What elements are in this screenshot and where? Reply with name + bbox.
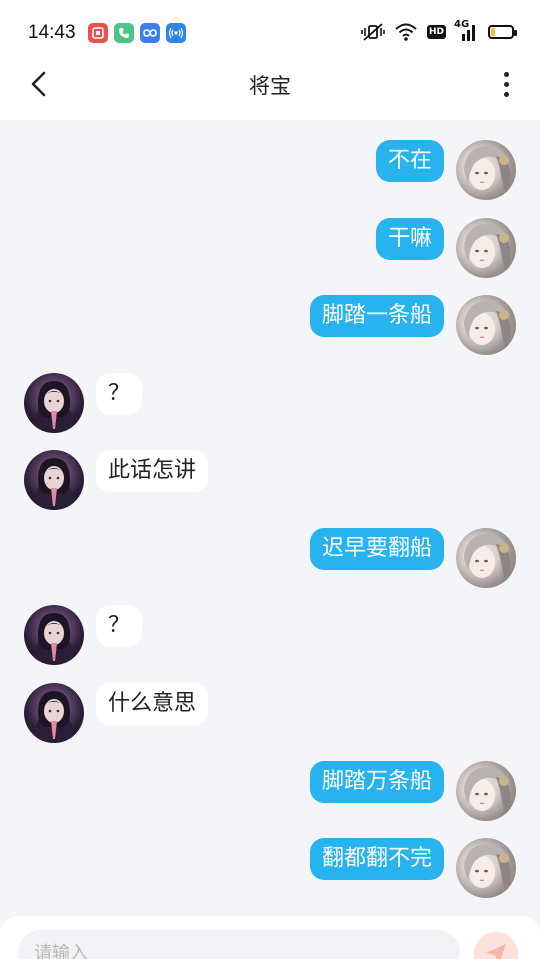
received-message-bubble[interactable]: ？ (96, 605, 143, 647)
message-row: ？ (0, 605, 540, 667)
sent-message-bubble[interactable]: 不在 (375, 140, 444, 182)
message-row: 脚踏一条船 (0, 295, 540, 357)
message-input[interactable] (18, 930, 460, 959)
message-row: ？ (0, 373, 540, 435)
more-vertical-icon (503, 71, 509, 77)
message-row: 不在 (0, 140, 540, 202)
mute-vibrate-icon (361, 22, 385, 42)
chat-title: 将宝 (249, 74, 291, 98)
received-message-bubble[interactable]: 什么意思 (96, 683, 209, 725)
send-button[interactable] (474, 932, 518, 959)
my-avatar[interactable] (456, 140, 516, 200)
contact-avatar[interactable] (24, 683, 84, 743)
sent-message-bubble[interactable]: 干嘛 (375, 218, 444, 260)
received-message-bubble[interactable]: 此话怎讲 (96, 450, 209, 492)
received-message-bubble[interactable]: ？ (96, 373, 143, 415)
cellular-signal-icon: 4G (454, 19, 478, 41)
message-row: 翻都翻不完 (0, 838, 540, 900)
message-row: 迟早要翻船 (0, 528, 540, 590)
loop-icon (140, 23, 160, 43)
sent-message-bubble[interactable]: 脚踏一条船 (309, 295, 444, 337)
contact-avatar[interactable] (24, 605, 84, 665)
battery-icon (488, 25, 517, 39)
notification-icons (88, 23, 186, 43)
my-avatar[interactable] (456, 295, 516, 355)
my-avatar[interactable] (456, 218, 516, 278)
my-avatar[interactable] (456, 838, 516, 898)
message-row: 什么意思 (0, 683, 540, 745)
chat-screen: 14:43 HD 4G 将宝 不在 干嘛 脚踏一条船 ？ 此话怎讲 迟早要翻船 … (0, 0, 540, 959)
wifi-icon (395, 23, 417, 41)
system-icons: HD 4G (361, 19, 517, 42)
send-icon (486, 944, 506, 959)
more-options-button[interactable] (494, 68, 518, 100)
my-avatar[interactable] (456, 761, 516, 821)
status-time: 14:43 (28, 22, 76, 43)
message-row: 干嘛 (0, 218, 540, 280)
sent-message-bubble[interactable]: 脚踏万条船 (309, 761, 444, 803)
message-row: 此话怎讲 (0, 450, 540, 512)
sent-message-bubble[interactable]: 翻都翻不完 (309, 838, 444, 880)
sent-message-bubble[interactable]: 迟早要翻船 (309, 528, 444, 570)
message-row: 脚踏万条船 (0, 761, 540, 823)
battery-fill (491, 28, 495, 36)
my-avatar[interactable] (456, 528, 516, 588)
app-icon (88, 23, 108, 43)
chat-header: 将宝 (0, 48, 540, 120)
signal-icon (166, 23, 186, 43)
contact-avatar[interactable] (24, 373, 84, 433)
composer-bar (0, 916, 540, 959)
phone-icon (114, 23, 134, 43)
hd-badge: HD (426, 25, 446, 39)
contact-avatar[interactable] (24, 450, 84, 510)
network-type: 4G (454, 19, 470, 30)
